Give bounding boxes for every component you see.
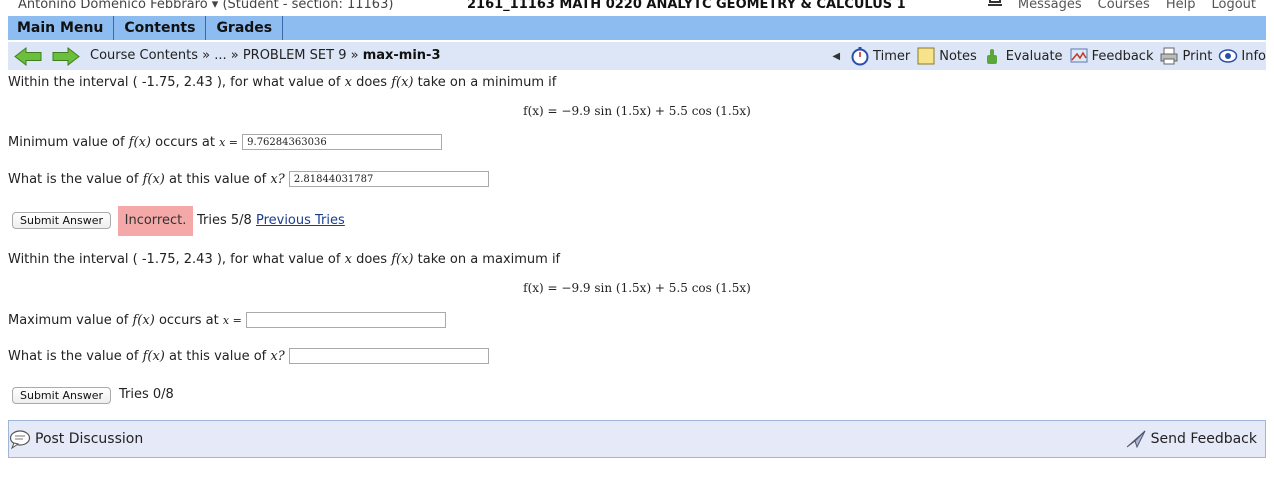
problem1-tries: Tries 5/8 Previous Tries	[197, 213, 345, 228]
thumbs-up-icon	[986, 49, 997, 64]
feedback-button[interactable]: Feedback	[1069, 46, 1154, 66]
notes-label: Notes	[939, 48, 977, 64]
feedback-label: Feedback	[1091, 48, 1154, 64]
problem2-tries-count: Tries 0/8	[119, 387, 174, 402]
top-bar: Antonino Domenico Febbraro ▾ (Student - …	[0, 0, 1274, 16]
top-links: Messages Courses Help Logout	[1018, 0, 1256, 11]
tab-grades[interactable]: Grades	[206, 16, 284, 40]
notes-icon	[917, 47, 935, 65]
problem1-question: Within the interval ( -1.75, 2.43 ), for…	[8, 75, 557, 90]
problem2-value-row: What is the value of f(x) at this value …	[8, 348, 489, 364]
problem1-submit-button[interactable]: Submit Answer	[12, 212, 112, 229]
user-menu[interactable]: Antonino Domenico Febbraro ▾ (Student - …	[18, 0, 393, 11]
main-menu-bar: Main Menu Contents Grades	[8, 16, 1266, 40]
tab-contents[interactable]: Contents	[114, 16, 207, 40]
send-feedback-icon	[1126, 430, 1146, 449]
desk-icon[interactable]	[988, 0, 1002, 8]
back-arrow-icon[interactable]	[14, 47, 42, 66]
timer-label: Timer	[873, 48, 911, 64]
navigation-bar: Course Contents » ... » PROBLEM SET 9 » …	[8, 42, 1266, 70]
collapse-triangle-icon[interactable]: ◀	[832, 51, 840, 62]
courses-link[interactable]: Courses	[1098, 0, 1150, 11]
notes-button[interactable]: Notes	[916, 46, 977, 66]
info-button[interactable]: Info	[1218, 46, 1266, 66]
toolbar: ◀ Timer Notes Evaluate Feedback Print In…	[832, 46, 1266, 66]
speech-bubble-icon	[9, 430, 31, 449]
breadcrumb-current: max-min-3	[362, 48, 441, 63]
evaluate-label: Evaluate	[1005, 48, 1063, 64]
incorrect-status-badge: Incorrect.	[118, 206, 193, 236]
send-feedback-label: Send Feedback	[1150, 431, 1257, 447]
course-title: 2161_11163 MATH 0220 ANALYTC GEOMETRY & …	[467, 0, 906, 12]
tab-main-menu[interactable]: Main Menu	[8, 16, 115, 40]
messages-link[interactable]: Messages	[1018, 0, 1082, 11]
max-value-input[interactable]	[288, 348, 489, 364]
printer-icon	[1160, 47, 1178, 65]
problem2-submit-button[interactable]: Submit Answer	[12, 387, 112, 404]
problem1-formula: f(x) = −9.9 sin (1.5x) + 5.5 cos (1.5x)	[523, 104, 751, 118]
eye-info-icon	[1219, 49, 1238, 63]
post-discussion-button[interactable]: Post Discussion	[9, 429, 143, 449]
logout-link[interactable]: Logout	[1211, 0, 1256, 11]
previous-tries-link[interactable]: Previous Tries	[256, 213, 345, 228]
send-feedback-button[interactable]: Send Feedback	[1125, 429, 1257, 449]
problem2-location-row: Maximum value of f(x) occurs at x =	[8, 312, 446, 328]
problem2-formula: f(x) = −9.9 sin (1.5x) + 5.5 cos (1.5x)	[523, 281, 751, 295]
min-value-input[interactable]: 2.81844031787	[288, 171, 489, 187]
discussion-bar: Post Discussion Send Feedback	[8, 420, 1266, 458]
print-button[interactable]: Print	[1159, 46, 1212, 66]
print-label: Print	[1182, 48, 1213, 64]
problem2-question: Within the interval ( -1.75, 2.43 ), for…	[8, 252, 561, 267]
evaluate-button[interactable]: Evaluate	[983, 46, 1063, 66]
timer-button[interactable]: Timer	[850, 46, 910, 66]
problem1-location-row: Minimum value of f(x) occurs at x = 9.76…	[8, 134, 443, 150]
breadcrumb-path[interactable]: Course Contents » ... » PROBLEM SET 9 »	[90, 48, 359, 63]
problem1-tries-count: Tries 5/8	[197, 213, 252, 228]
breadcrumb: Course Contents » ... » PROBLEM SET 9 » …	[90, 48, 441, 63]
forward-arrow-icon[interactable]	[52, 47, 80, 66]
feedback-icon	[1070, 48, 1088, 63]
min-location-input[interactable]: 9.76284363036	[242, 134, 443, 150]
stopwatch-icon	[851, 47, 869, 66]
max-location-input[interactable]	[245, 312, 446, 328]
problem1-value-row: What is the value of f(x) at this value …	[8, 171, 489, 187]
help-link[interactable]: Help	[1166, 0, 1196, 11]
info-label: Info	[1241, 48, 1266, 64]
post-discussion-label: Post Discussion	[35, 431, 144, 447]
